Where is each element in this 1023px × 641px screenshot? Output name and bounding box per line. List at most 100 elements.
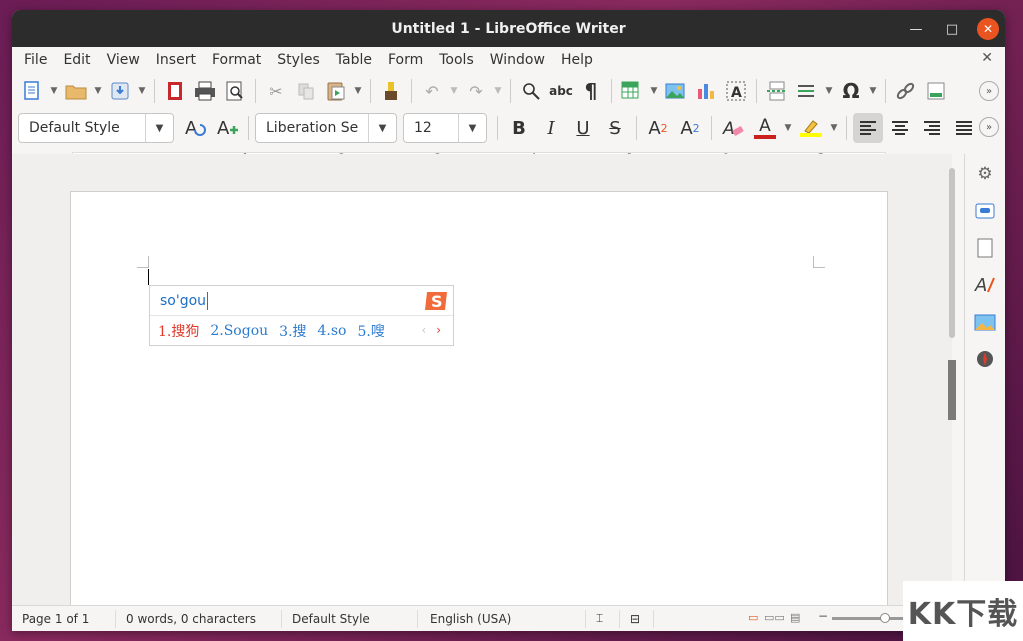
zoom-out-icon[interactable]: − bbox=[818, 609, 828, 623]
ime-candidate[interactable]: 2.Sogou bbox=[210, 323, 268, 339]
zoom-slider-knob[interactable] bbox=[880, 613, 890, 623]
spelling-icon[interactable]: abc bbox=[547, 77, 575, 105]
sidebar-page-icon[interactable] bbox=[971, 234, 999, 262]
update-style-icon[interactable]: A bbox=[180, 113, 210, 143]
menu-edit[interactable]: Edit bbox=[55, 52, 98, 68]
font-name-dropdown-icon[interactable]: ▼ bbox=[368, 114, 396, 142]
font-size-dropdown-icon[interactable]: ▼ bbox=[458, 114, 486, 142]
subscript-icon[interactable]: A2 bbox=[675, 113, 705, 143]
font-size-combo[interactable]: 12 ▼ bbox=[403, 113, 487, 143]
insert-table-dropdown-icon[interactable]: ▼ bbox=[648, 77, 660, 105]
sidebar-collapse-handle[interactable] bbox=[948, 360, 956, 420]
ime-candidate[interactable]: 5.嗖 bbox=[358, 321, 385, 341]
paste-icon[interactable] bbox=[322, 77, 350, 105]
multi-page-view-icon[interactable]: ▭▭ bbox=[764, 611, 785, 624]
sidebar-navigator-icon[interactable] bbox=[971, 345, 999, 373]
ime-candidate[interactable]: 1.搜狗 bbox=[158, 321, 199, 341]
strikethrough-icon[interactable]: S bbox=[600, 113, 630, 143]
maximize-button[interactable]: □ bbox=[941, 18, 963, 40]
insert-field-icon[interactable] bbox=[793, 77, 821, 105]
insert-page-break-icon[interactable] bbox=[763, 77, 791, 105]
text-language[interactable]: English (USA) bbox=[418, 609, 586, 628]
save-icon[interactable] bbox=[106, 77, 134, 105]
menu-format[interactable]: Format bbox=[204, 52, 269, 68]
new-dropdown-icon[interactable]: ▼ bbox=[48, 77, 60, 105]
page-count[interactable]: Page 1 of 1 bbox=[12, 609, 116, 628]
font-name-combo[interactable]: Liberation Se ▼ bbox=[255, 113, 397, 143]
underline-icon[interactable]: U bbox=[568, 113, 598, 143]
sidebar-properties-icon[interactable] bbox=[971, 197, 999, 225]
document-page[interactable]: so'gou S 1.搜狗 2.Sogou 3.搜 4.so 5.嗖 ‹ › bbox=[70, 191, 888, 611]
font-color-dropdown-icon[interactable]: ▼ bbox=[782, 114, 794, 142]
ime-candidate[interactable]: 3.搜 bbox=[279, 321, 306, 341]
highlight-color-dropdown-icon[interactable]: ▼ bbox=[828, 114, 840, 142]
print-preview-icon[interactable] bbox=[221, 77, 249, 105]
print-icon[interactable] bbox=[191, 77, 219, 105]
insert-chart-icon[interactable] bbox=[692, 77, 720, 105]
formatting-overflow-icon[interactable]: » bbox=[979, 117, 999, 137]
single-page-view-icon[interactable]: ▭ bbox=[748, 611, 758, 624]
redo-dropdown-icon[interactable]: ▼ bbox=[492, 77, 504, 105]
menu-tools[interactable]: Tools bbox=[431, 52, 482, 68]
save-dropdown-icon[interactable]: ▼ bbox=[136, 77, 148, 105]
book-view-icon[interactable]: ▤ bbox=[790, 611, 800, 624]
align-center-icon[interactable] bbox=[885, 113, 915, 143]
find-replace-icon[interactable] bbox=[517, 77, 545, 105]
menu-table[interactable]: Table bbox=[328, 52, 380, 68]
menu-file[interactable]: File bbox=[16, 52, 55, 68]
insert-image-icon[interactable] bbox=[662, 77, 690, 105]
superscript-icon[interactable]: A2 bbox=[643, 113, 673, 143]
insert-footnote-icon[interactable] bbox=[922, 77, 950, 105]
sidebar-settings-icon[interactable]: ⚙ bbox=[971, 160, 999, 188]
paragraph-style-combo[interactable]: Default Style ▼ bbox=[18, 113, 174, 143]
export-pdf-icon[interactable] bbox=[161, 77, 189, 105]
menu-view[interactable]: View bbox=[99, 52, 148, 68]
page-style[interactable]: Default Style bbox=[282, 609, 418, 628]
menu-styles[interactable]: Styles bbox=[269, 52, 327, 68]
toolbar-overflow-icon[interactable]: » bbox=[979, 81, 999, 101]
bold-icon[interactable]: B bbox=[504, 113, 534, 143]
paste-dropdown-icon[interactable]: ▼ bbox=[352, 77, 364, 105]
insert-table-icon[interactable] bbox=[618, 77, 646, 105]
justify-icon[interactable] bbox=[949, 113, 979, 143]
undo-dropdown-icon[interactable]: ▼ bbox=[448, 77, 460, 105]
insert-field-dropdown-icon[interactable]: ▼ bbox=[823, 77, 835, 105]
new-style-icon[interactable]: A bbox=[212, 113, 242, 143]
sidebar-gallery-icon[interactable] bbox=[971, 308, 999, 336]
highlight-color-icon[interactable] bbox=[796, 113, 826, 143]
ime-candidate[interactable]: 4.so bbox=[318, 323, 347, 339]
hyperlink-icon[interactable] bbox=[892, 77, 920, 105]
word-count[interactable]: 0 words, 0 characters bbox=[116, 609, 282, 628]
close-button[interactable]: ✕ bbox=[977, 18, 999, 40]
menu-insert[interactable]: Insert bbox=[148, 52, 204, 68]
close-document-icon[interactable]: ✕ bbox=[981, 50, 993, 66]
redo-icon[interactable]: ↷ bbox=[462, 77, 490, 105]
font-color-icon[interactable]: A bbox=[750, 113, 780, 143]
insert-textbox-icon[interactable]: A bbox=[722, 77, 750, 105]
clone-formatting-icon[interactable] bbox=[377, 77, 405, 105]
menu-window[interactable]: Window bbox=[482, 52, 553, 68]
selection-mode-icon[interactable]: ⊟ bbox=[620, 609, 654, 628]
special-character-icon[interactable]: Ω bbox=[837, 77, 865, 105]
menu-form[interactable]: Form bbox=[380, 52, 431, 68]
align-right-icon[interactable] bbox=[917, 113, 947, 143]
menu-help[interactable]: Help bbox=[553, 52, 601, 68]
open-dropdown-icon[interactable]: ▼ bbox=[92, 77, 104, 105]
copy-icon[interactable] bbox=[292, 77, 320, 105]
sidebar-styles-icon[interactable]: A bbox=[971, 271, 999, 299]
scrollbar-thumb[interactable] bbox=[949, 168, 955, 338]
cut-icon[interactable]: ✂ bbox=[262, 77, 290, 105]
vertical-scrollbar[interactable] bbox=[948, 160, 956, 606]
special-character-dropdown-icon[interactable]: ▼ bbox=[867, 77, 879, 105]
minimize-button[interactable]: — bbox=[905, 18, 927, 40]
paragraph-style-dropdown-icon[interactable]: ▼ bbox=[145, 114, 173, 142]
align-left-icon[interactable] bbox=[853, 113, 883, 143]
insert-mode-icon[interactable]: ⌶ bbox=[586, 609, 620, 628]
new-document-icon[interactable] bbox=[18, 77, 46, 105]
ime-prev-page-icon[interactable]: ‹ bbox=[422, 323, 427, 337]
formatting-marks-icon[interactable]: ¶ bbox=[577, 77, 605, 105]
undo-icon[interactable]: ↶ bbox=[418, 77, 446, 105]
clear-formatting-icon[interactable]: A bbox=[718, 113, 748, 143]
italic-icon[interactable]: I bbox=[536, 113, 566, 143]
ime-next-page-icon[interactable]: › bbox=[436, 323, 441, 337]
